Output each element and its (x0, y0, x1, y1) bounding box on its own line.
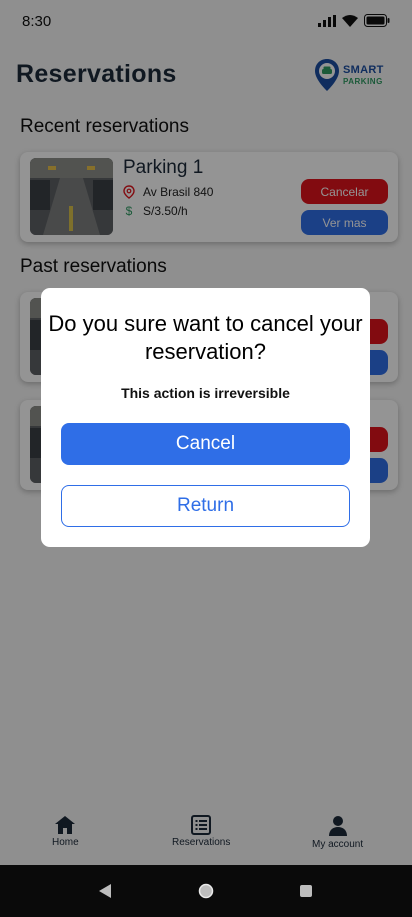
screen: 8:30 Reservations SMART PARKING Recent r… (0, 0, 412, 917)
cancel-confirmation-dialog: Do you sure want to cancel your reservat… (41, 288, 370, 547)
return-button[interactable]: Return (61, 485, 350, 527)
system-navigation-bar (0, 865, 412, 917)
recents-square-icon[interactable] (299, 884, 313, 898)
dialog-subtitle: This action is irreversible (121, 385, 290, 401)
home-circle-icon[interactable] (198, 883, 214, 899)
dialog-title: Do you sure want to cancel your reservat… (48, 311, 363, 364)
back-icon[interactable] (98, 883, 112, 899)
confirm-cancel-button[interactable]: Cancel (61, 423, 350, 465)
